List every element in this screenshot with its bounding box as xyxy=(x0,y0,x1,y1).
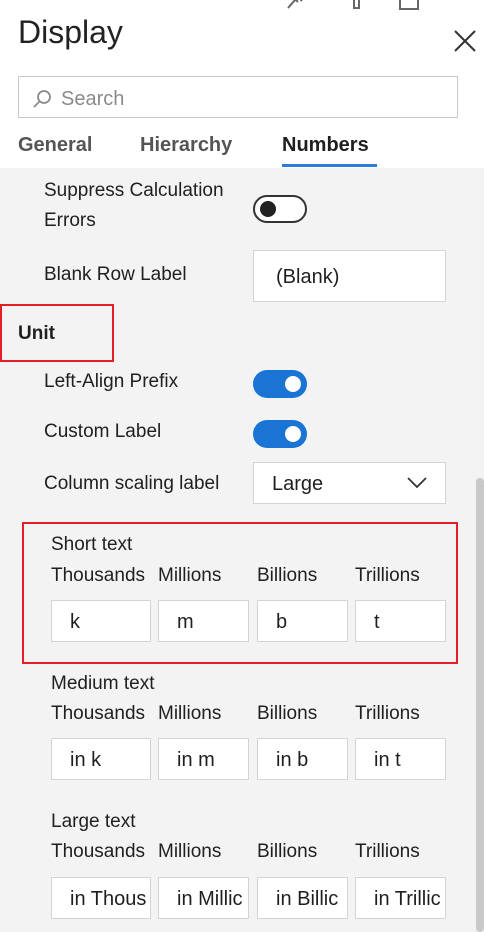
short-thousands-input[interactable]: k xyxy=(51,600,151,642)
pin-icon[interactable] xyxy=(284,0,306,10)
large-col-millions: Millions xyxy=(158,841,222,862)
short-col-millions: Millions xyxy=(158,565,222,586)
suppress-errors-label-line2: Errors xyxy=(44,210,96,231)
search-input[interactable] xyxy=(59,84,443,114)
suppress-errors-label-line1: Suppress Calculation xyxy=(44,180,224,201)
short-text-heading: Short text xyxy=(51,534,133,555)
short-billions-input[interactable]: b xyxy=(257,600,348,642)
large-thousands-input[interactable]: in Thous xyxy=(51,877,151,919)
unit-heading[interactable]: Unit xyxy=(18,323,55,345)
search-icon xyxy=(33,90,51,108)
medium-col-millions: Millions xyxy=(158,703,222,724)
large-col-thousands: Thousands xyxy=(51,841,146,862)
large-billions-input[interactable]: in Billic xyxy=(257,877,348,919)
chevron-down-icon xyxy=(407,477,427,489)
tab-general[interactable]: General xyxy=(18,134,92,157)
short-col-trillions: Trillions xyxy=(355,565,420,586)
left-align-prefix-label: Left-Align Prefix xyxy=(44,371,179,392)
medium-millions-input[interactable]: in m xyxy=(158,738,249,780)
medium-trillions-input[interactable]: in t xyxy=(355,738,446,780)
large-trillions-input[interactable]: in Trillic xyxy=(355,877,446,919)
suppress-errors-toggle[interactable] xyxy=(253,195,307,223)
more-icon[interactable] xyxy=(452,0,474,10)
custom-label-toggle[interactable] xyxy=(253,420,307,448)
tab-hierarchy[interactable]: Hierarchy xyxy=(140,134,232,157)
medium-col-thousands: Thousands xyxy=(51,703,146,724)
blank-row-input[interactable]: (Blank) xyxy=(253,250,446,302)
panel-scrollbar[interactable] xyxy=(476,478,484,932)
short-millions-input[interactable]: m xyxy=(158,600,249,642)
active-tab-indicator xyxy=(282,164,377,167)
column-scaling-label: Column scaling label xyxy=(44,473,220,494)
medium-thousands-input[interactable]: in k xyxy=(51,738,151,780)
blank-row-label: Blank Row Label xyxy=(44,264,187,285)
custom-label-label: Custom Label xyxy=(44,421,162,442)
medium-text-heading: Medium text xyxy=(51,673,155,694)
large-millions-input[interactable]: in Millic xyxy=(158,877,249,919)
focus-mode-icon[interactable] xyxy=(398,0,420,10)
medium-billions-input[interactable]: in b xyxy=(257,738,348,780)
column-scaling-select[interactable]: Large xyxy=(253,462,446,504)
short-col-billions: Billions xyxy=(257,565,318,586)
short-col-thousands: Thousands xyxy=(51,565,146,586)
panel-title: Display xyxy=(18,14,123,50)
large-text-heading: Large text xyxy=(51,811,136,832)
search-box[interactable] xyxy=(18,76,458,118)
left-align-prefix-toggle[interactable] xyxy=(253,370,307,398)
medium-col-billions: Billions xyxy=(257,703,318,724)
short-trillions-input[interactable]: t xyxy=(355,600,446,642)
options-icon[interactable] xyxy=(346,0,368,10)
large-col-billions: Billions xyxy=(257,841,318,862)
column-scaling-value: Large xyxy=(272,473,324,495)
medium-col-trillions: Trillions xyxy=(355,703,420,724)
large-col-trillions: Trillions xyxy=(355,841,420,862)
close-icon[interactable] xyxy=(452,28,478,54)
tab-numbers[interactable]: Numbers xyxy=(282,134,369,157)
